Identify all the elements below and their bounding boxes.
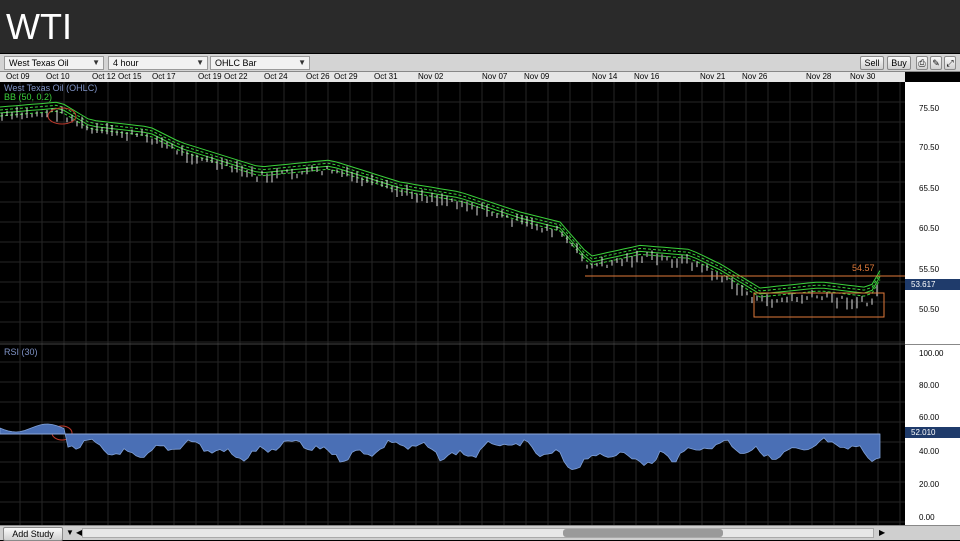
date-tick: Oct 15 [118, 72, 142, 81]
date-tick: Nov 07 [482, 72, 508, 81]
scroll-right-icon[interactable]: ▶ [879, 528, 885, 537]
price-tick: 75.50 [919, 104, 940, 113]
date-axis: Oct 09 Oct 10 Oct 12 Oct 15 Oct 17 Oct 1… [0, 72, 905, 82]
dropdown-arrow-icon[interactable]: ▼ [66, 528, 74, 537]
chart-annotations [0, 107, 905, 441]
indicator-label: BB (50, 0.2) [4, 92, 53, 102]
date-tick: Nov 28 [806, 72, 832, 81]
rsi-tick: 40.00 [919, 447, 940, 456]
price-tick: 50.50 [919, 305, 940, 314]
date-tick: Oct 24 [264, 72, 288, 81]
rsi-tick: 0.00 [919, 513, 935, 522]
rsi-tick: 80.00 [919, 381, 940, 390]
current-price-badge: 53.617 [905, 279, 960, 290]
date-tick: Nov 16 [634, 72, 660, 81]
price-axis: 75.50 70.50 65.50 60.50 55.50 50.50 53.6… [905, 82, 960, 525]
instrument-select[interactable]: West Texas Oil ▼ [4, 56, 104, 70]
rsi-fill [0, 423, 881, 471]
chart-toolbar: West Texas Oil ▼ 4 hour ▼ OHLC Bar ▼ Sel… [0, 54, 960, 72]
rsi-label: RSI (30) [4, 347, 38, 357]
price-tick: 60.50 [919, 224, 940, 233]
date-tick: Nov 09 [524, 72, 550, 81]
date-tick: Oct 19 [198, 72, 222, 81]
buy-button[interactable]: Buy [887, 56, 911, 70]
scrollbar-thumb[interactable] [563, 529, 723, 537]
settings-icon[interactable]: ✎ [930, 56, 942, 70]
bollinger-band-line [0, 107, 881, 295]
rsi-tick: 60.00 [919, 413, 940, 422]
chart-area[interactable]: 54.57 West Texas Oil (OHLC) BB (50, 0.2)… [0, 82, 905, 525]
chart-grid [0, 82, 905, 525]
add-study-button[interactable]: Add Study [3, 527, 63, 541]
rsi-tick: 100.00 [919, 349, 944, 358]
chevron-down-icon: ▼ [298, 58, 306, 67]
date-tick: Oct 10 [46, 72, 70, 81]
current-rsi-badge: 52.010 [905, 427, 960, 438]
date-tick: Oct 26 [306, 72, 330, 81]
slide-title: WTI [0, 0, 960, 53]
price-tick: 55.50 [919, 265, 940, 274]
axis-divider [905, 344, 960, 345]
bollinger-band-line [0, 110, 881, 298]
print-icon[interactable]: ⎙ [916, 56, 928, 70]
bottom-bar: Add Study ▼ ◀ ▶ [0, 525, 960, 541]
date-tick: Oct 31 [374, 72, 398, 81]
date-tick: Nov 21 [700, 72, 726, 81]
consolidation-box [753, 292, 885, 318]
date-tick: Oct 29 [334, 72, 358, 81]
price-tick: 70.50 [919, 143, 940, 152]
price-and-rsi-chart[interactable]: 54.57 [0, 82, 905, 525]
interval-select-value: 4 hour [113, 58, 139, 68]
horizontal-scrollbar[interactable] [82, 528, 874, 538]
chevron-down-icon: ▼ [196, 58, 204, 67]
resistance-label: 54.57 [852, 263, 875, 273]
date-tick: Nov 14 [592, 72, 618, 81]
date-tick: Oct 12 [92, 72, 116, 81]
chevron-down-icon: ▼ [92, 58, 100, 67]
sell-button[interactable]: Sell [860, 56, 884, 70]
interval-select[interactable]: 4 hour ▼ [108, 56, 208, 70]
rsi-tick: 20.00 [919, 480, 940, 489]
chart-type-select-value: OHLC Bar [215, 58, 257, 68]
instrument-select-value: West Texas Oil [9, 58, 69, 68]
date-tick: Nov 02 [418, 72, 444, 81]
expand-icon[interactable]: ⤢ [944, 56, 956, 70]
date-tick: Nov 26 [742, 72, 768, 81]
rsi-area [0, 423, 881, 471]
date-tick: Oct 17 [152, 72, 176, 81]
date-tick: Oct 22 [224, 72, 248, 81]
price-tick: 65.50 [919, 184, 940, 193]
add-study-label: Add Study [12, 529, 54, 539]
date-tick: Oct 09 [6, 72, 30, 81]
chart-type-select[interactable]: OHLC Bar ▼ [210, 56, 310, 70]
date-tick: Nov 30 [850, 72, 876, 81]
